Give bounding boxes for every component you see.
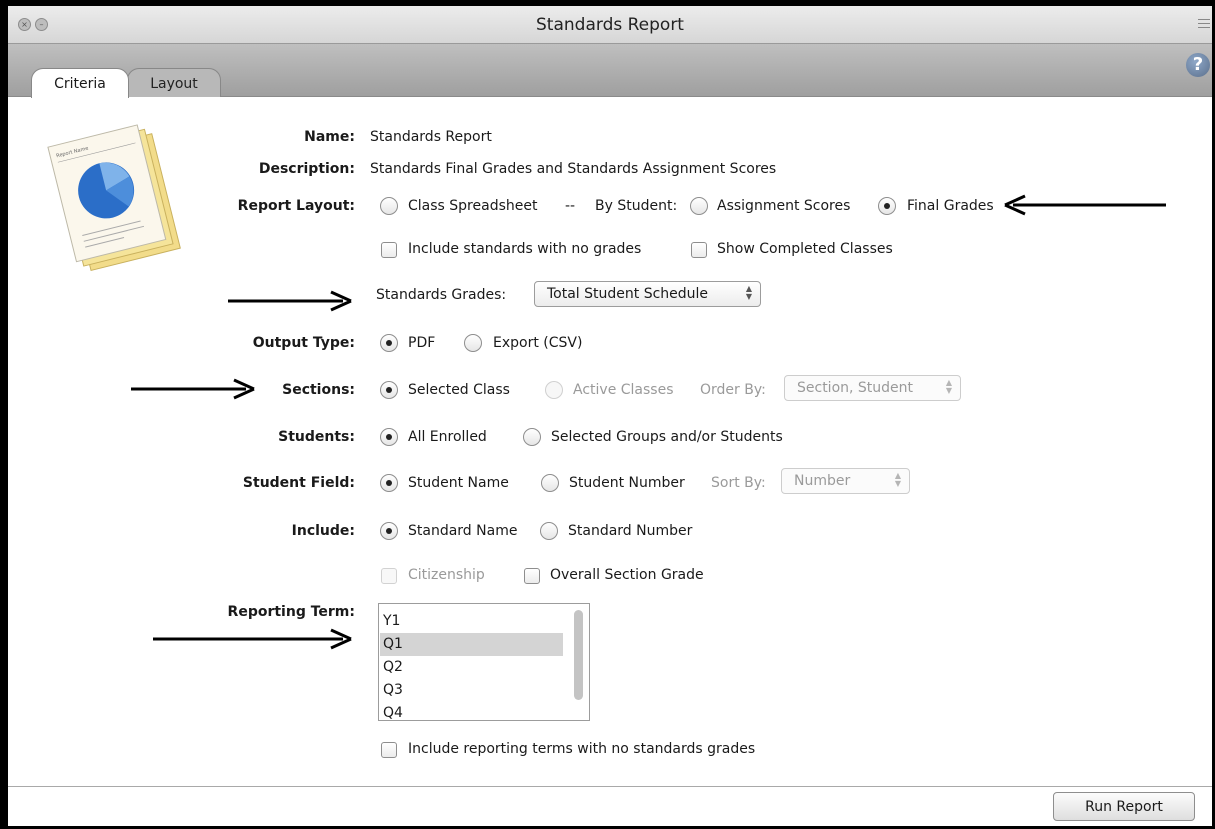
standards-grades-label: Standards Grades:: [376, 287, 507, 303]
final-grades-radio[interactable]: [878, 197, 896, 215]
citizenship-checkbox[interactable]: [381, 568, 397, 584]
run-report-button[interactable]: Run Report: [1053, 792, 1195, 821]
show-completed-label: Show Completed Classes: [717, 241, 893, 257]
include-no-grades-checkbox[interactable]: [381, 242, 397, 258]
overall-grade-label: Overall Section Grade: [550, 567, 704, 583]
reporting-term-list[interactable]: Y1 Q1 Q2 Q3 Q4: [378, 603, 590, 721]
list-item[interactable]: Q4: [380, 702, 563, 720]
all-enrolled-label: All Enrolled: [408, 429, 487, 445]
student-number-label: Student Number: [569, 475, 685, 491]
select-stepper-icon: ▲ ▼: [894, 471, 901, 488]
title-bar: × – Standards Report: [8, 6, 1212, 44]
report-window: × – Standards Report Criteria Layout ? R…: [0, 0, 1215, 829]
order-by-label: Order By:: [700, 382, 766, 398]
tab-layout[interactable]: Layout: [127, 68, 221, 97]
selected-groups-label: Selected Groups and/or Students: [551, 429, 783, 445]
standards-grades-select[interactable]: Total Student Schedule ▲ ▼: [534, 281, 761, 307]
window-menu-icon[interactable]: [1198, 16, 1210, 30]
annotation-arrow-left: [1004, 194, 1166, 216]
assignment-scores-label: Assignment Scores: [717, 198, 851, 214]
tab-criteria[interactable]: Criteria: [31, 68, 129, 98]
include-no-grades-label: Include standards with no grades: [408, 241, 642, 257]
class-spreadsheet-radio[interactable]: [380, 197, 398, 215]
include-label: Include:: [291, 523, 355, 539]
standard-name-radio[interactable]: [380, 522, 398, 540]
show-completed-checkbox[interactable]: [691, 242, 707, 258]
assignment-scores-radio[interactable]: [690, 197, 708, 215]
all-enrolled-radio[interactable]: [380, 428, 398, 446]
order-by-select[interactable]: Section, Student ▲ ▼: [784, 375, 961, 401]
pdf-label: PDF: [408, 335, 436, 351]
name-label: Name:: [304, 129, 355, 145]
reporting-term-label: Reporting Term:: [227, 604, 355, 620]
name-value: Standards Report: [370, 129, 492, 145]
student-name-label: Student Name: [408, 475, 509, 491]
pdf-radio[interactable]: [380, 334, 398, 352]
list-item[interactable]: Q2: [380, 656, 563, 679]
standard-number-label: Standard Number: [568, 523, 693, 539]
include-terms-checkbox[interactable]: [381, 742, 397, 758]
export-csv-radio[interactable]: [464, 334, 482, 352]
selected-class-label: Selected Class: [408, 382, 510, 398]
help-icon[interactable]: ?: [1186, 53, 1210, 77]
standard-number-radio[interactable]: [540, 522, 558, 540]
list-scrollbar[interactable]: [574, 610, 583, 700]
final-grades-label: Final Grades: [907, 198, 994, 214]
sort-by-label: Sort By:: [711, 475, 766, 491]
list-item[interactable]: Y1: [380, 610, 563, 633]
export-csv-label: Export (CSV): [493, 335, 583, 351]
class-spreadsheet-label: Class Spreadsheet: [408, 198, 538, 214]
window-title: Standards Report: [536, 15, 684, 35]
student-number-radio[interactable]: [541, 474, 559, 492]
sort-by-select[interactable]: Number ▲ ▼: [781, 468, 910, 494]
layout-separator: --: [565, 198, 576, 214]
output-type-label: Output Type:: [252, 335, 355, 351]
citizenship-label: Citizenship: [408, 567, 485, 583]
tab-strip: Criteria Layout ?: [8, 44, 1212, 98]
description-label: Description:: [258, 161, 355, 177]
annotation-arrow-right-3: [153, 628, 352, 650]
student-field-label: Student Field:: [242, 475, 355, 491]
list-item[interactable]: Q1: [380, 633, 563, 656]
students-label: Students:: [278, 429, 355, 445]
select-stepper-icon: ▲ ▼: [745, 284, 752, 301]
list-item[interactable]: Q3: [380, 679, 563, 702]
annotation-arrow-right-1: [228, 290, 352, 312]
footer-divider: [8, 786, 1212, 787]
selected-groups-radio[interactable]: [523, 428, 541, 446]
by-student-label: By Student:: [595, 198, 678, 214]
standard-name-label: Standard Name: [408, 523, 518, 539]
include-terms-label: Include reporting terms with no standard…: [408, 741, 756, 757]
student-name-radio[interactable]: [380, 474, 398, 492]
standards-grades-value: Total Student Schedule: [547, 286, 709, 302]
description-value: Standards Final Grades and Standards Ass…: [370, 161, 777, 177]
sections-label: Sections:: [282, 382, 355, 398]
select-stepper-icon: ▲ ▼: [945, 378, 952, 395]
selected-class-radio[interactable]: [380, 381, 398, 399]
active-classes-radio[interactable]: [545, 381, 563, 399]
overall-grade-checkbox[interactable]: [524, 568, 540, 584]
active-classes-label: Active Classes: [573, 382, 674, 398]
sort-by-value: Number: [794, 473, 851, 489]
order-by-value: Section, Student: [797, 380, 914, 396]
report-layout-label: Report Layout:: [237, 198, 355, 214]
